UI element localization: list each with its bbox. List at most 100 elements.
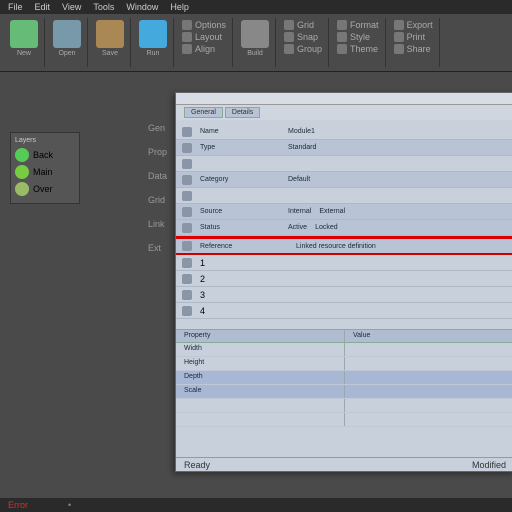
form-row: NameModule1 (176, 124, 512, 140)
ribbon-group-new[interactable]: New (4, 18, 45, 67)
form-row (176, 188, 512, 204)
ribbon-label: Open (58, 50, 75, 57)
ribbon-label: Run (147, 50, 160, 57)
save-icon (96, 20, 124, 48)
layer-icon (15, 182, 29, 196)
theme-icon (337, 44, 347, 54)
grid-row[interactable] (176, 399, 512, 413)
field-icon (182, 127, 192, 137)
ribbon-item[interactable]: Theme (337, 44, 379, 54)
menu-view[interactable]: View (62, 2, 81, 12)
ribbon-label: Save (102, 50, 118, 57)
field-value[interactable]: Active (288, 224, 307, 231)
grid-row-selected[interactable]: Depth (176, 371, 512, 385)
menu-bar: File Edit View Tools Window Help (0, 0, 512, 14)
layer-item[interactable]: Over (15, 182, 75, 196)
ribbon-item[interactable]: Grid (284, 20, 322, 30)
ribbon-group-build[interactable]: Build (235, 18, 276, 67)
field-icon (182, 207, 192, 217)
grid-icon (284, 20, 294, 30)
ribbon-item[interactable]: Group (284, 44, 322, 54)
format-icon (337, 20, 347, 30)
field-icon (182, 143, 192, 153)
ribbon-item[interactable]: Style (337, 32, 379, 42)
ribbon-item[interactable]: Export (394, 20, 433, 30)
ribbon-item[interactable]: Snap (284, 32, 322, 42)
gutter-tab[interactable]: Link (148, 219, 176, 229)
ribbon-group-save[interactable]: Save (90, 18, 131, 67)
export-icon (394, 20, 404, 30)
form-row (176, 156, 512, 172)
options-icon (182, 20, 192, 30)
row-icon (182, 274, 192, 284)
ribbon-item[interactable]: Options (182, 20, 226, 30)
layer-item[interactable]: Main (15, 165, 75, 179)
open-icon (53, 20, 81, 48)
field-value[interactable]: Default (288, 176, 310, 183)
grid-row[interactable]: Width (176, 343, 512, 357)
row-icon (182, 258, 192, 268)
layer-icon (15, 148, 29, 162)
layer-icon (15, 165, 29, 179)
tab-general[interactable]: General (184, 107, 223, 118)
field-icon (182, 223, 192, 233)
grid-row[interactable] (176, 413, 512, 427)
menu-edit[interactable]: Edit (35, 2, 51, 12)
ribbon-item[interactable]: Format (337, 20, 379, 30)
share-icon (394, 44, 404, 54)
grid-col-value[interactable]: Value (345, 330, 512, 342)
gutter-tab[interactable]: Data (148, 171, 176, 181)
property-grid: Property Value Width Height Depth Scale (176, 329, 512, 427)
style-icon (337, 32, 347, 42)
form-row: StatusActiveLocked (176, 220, 512, 236)
grid-col-property[interactable]: Property (176, 330, 345, 342)
status-error[interactable]: Error (8, 500, 28, 510)
document-window: Gen Prop Data Grid Link Ext General Deta… (175, 92, 512, 472)
status-indicator: • (68, 500, 71, 510)
grid-row-selected[interactable]: Scale (176, 385, 512, 399)
form-row: 4 (176, 303, 512, 319)
form-row: 2 (176, 271, 512, 287)
ribbon-small-group: Export Print Share (388, 18, 440, 67)
ribbon-item[interactable]: Align (182, 44, 226, 54)
gutter-tab[interactable]: Gen (148, 123, 176, 133)
gutter-tab[interactable]: Ext (148, 243, 176, 253)
doc-status-left: Ready (184, 460, 210, 469)
form-row: 3 (176, 287, 512, 303)
run-icon (139, 20, 167, 48)
menu-window[interactable]: Window (126, 2, 158, 12)
ribbon-group-open[interactable]: Open (47, 18, 88, 67)
field-icon (182, 175, 192, 185)
gutter-tab[interactable]: Prop (148, 147, 176, 157)
ribbon-small-group: Format Style Theme (331, 18, 386, 67)
doc-titlebar[interactable] (176, 93, 512, 105)
align-icon (182, 44, 192, 54)
ribbon-item[interactable]: Share (394, 44, 433, 54)
menu-tools[interactable]: Tools (93, 2, 114, 12)
snap-icon (284, 32, 294, 42)
tab-details[interactable]: Details (225, 107, 260, 118)
menu-help[interactable]: Help (170, 2, 189, 12)
grid-row[interactable]: Height (176, 357, 512, 371)
field-value[interactable]: Internal (288, 208, 311, 215)
field-icon (182, 159, 192, 169)
form-row: TypeStandard (176, 140, 512, 156)
build-icon (241, 20, 269, 48)
ribbon-item[interactable]: Print (394, 32, 433, 42)
ribbon-group-run[interactable]: Run (133, 18, 174, 67)
menu-file[interactable]: File (8, 2, 23, 12)
ribbon-item[interactable]: Layout (182, 32, 226, 42)
workspace: Layers Back Main Over Gen Prop Data Grid… (0, 72, 512, 512)
layer-item[interactable]: Back (15, 148, 75, 162)
form-row: 1 (176, 255, 512, 271)
field-icon (182, 191, 192, 201)
field-value[interactable]: Module1 (288, 128, 315, 135)
doc-tabs: General Details (176, 105, 512, 120)
ribbon: New Open Save Run Options Layout Align B… (0, 14, 512, 72)
ribbon-small-group: Options Layout Align (176, 18, 233, 67)
ribbon-label: New (17, 50, 31, 57)
field-value[interactable]: Standard (288, 144, 316, 151)
grid-header: Property Value (176, 329, 512, 343)
gutter-tab[interactable]: Grid (148, 195, 176, 205)
row-icon (182, 306, 192, 316)
